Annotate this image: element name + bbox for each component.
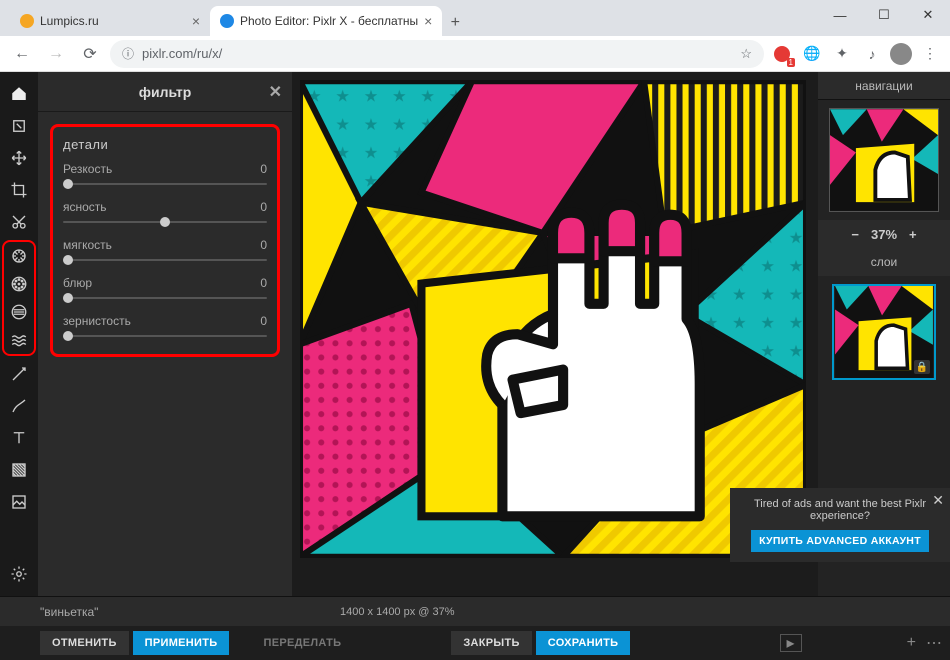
- vignette-row: "виньетка" 1400 x 1400 px @ 37%: [0, 596, 950, 626]
- filter-icon[interactable]: [4, 270, 34, 298]
- slider-blur[interactable]: блюр0: [63, 276, 267, 304]
- left-toolbar: [0, 72, 38, 596]
- close-popup-icon[interactable]: ✕: [932, 492, 944, 509]
- zoom-control: − 37% +: [818, 220, 950, 248]
- crop-icon[interactable]: [3, 174, 35, 206]
- address-bar[interactable]: ⓘ pixlr.com/ru/x/ ☆: [110, 40, 764, 68]
- tab-title: Lumpics.ru: [40, 14, 99, 28]
- toggle-panel-icon[interactable]: ▸: [780, 634, 802, 652]
- section-title: детали: [63, 137, 267, 152]
- arrange-icon[interactable]: [3, 142, 35, 174]
- slider-sharpness[interactable]: Резкость0: [63, 162, 267, 190]
- popup-text: Tired of ads and want the best Pixlr exp…: [740, 498, 940, 522]
- highlighted-tool-group: [2, 240, 36, 356]
- panel-header: фильтр ✕: [38, 72, 292, 112]
- fill-icon[interactable]: [3, 454, 35, 486]
- close-icon[interactable]: ×: [192, 13, 200, 29]
- slider-softness[interactable]: мягкость0: [63, 238, 267, 266]
- browser-tab[interactable]: Lumpics.ru ×: [10, 6, 210, 36]
- extension-adblock-icon[interactable]: 1: [770, 42, 794, 66]
- url-text: pixlr.com/ru/x/: [142, 46, 222, 61]
- layer-options-icon[interactable]: ⋯: [926, 633, 942, 653]
- new-tab-button[interactable]: +: [442, 10, 468, 36]
- apply-button[interactable]: ПРИМЕНИТЬ: [133, 631, 230, 655]
- close-button[interactable]: ЗАКРЫТЬ: [451, 631, 531, 655]
- close-panel-icon[interactable]: ✕: [269, 82, 282, 102]
- slider-grain[interactable]: зернистость0: [63, 314, 267, 342]
- adjust-icon[interactable]: [4, 242, 34, 270]
- lock-icon[interactable]: 🔒: [914, 360, 930, 374]
- filter-panel: фильтр ✕ детали Резкость0 ясность0 мягко…: [38, 72, 292, 596]
- cut-icon[interactable]: [3, 206, 35, 238]
- maximize-button[interactable]: ☐: [862, 0, 906, 30]
- zoom-out-button[interactable]: −: [851, 227, 859, 242]
- text-icon[interactable]: [3, 422, 35, 454]
- resize-icon[interactable]: [3, 110, 35, 142]
- zoom-value: 37%: [871, 227, 897, 242]
- layer-thumbnail[interactable]: 🔒: [832, 284, 936, 380]
- minimize-button[interactable]: —: [818, 0, 862, 30]
- liquify-icon[interactable]: [4, 326, 34, 354]
- profile-avatar[interactable]: [890, 43, 912, 65]
- slider-clarity[interactable]: ясность0: [63, 200, 267, 228]
- browser-toolbar: ← → ⟳ ⓘ pixlr.com/ru/x/ ☆ 1 🌐 ✦ ♪ ⋮: [0, 36, 950, 72]
- draw-icon[interactable]: [3, 390, 35, 422]
- frame-icon[interactable]: [3, 486, 35, 518]
- menu-icon[interactable]: ⋮: [918, 42, 942, 66]
- reload-button[interactable]: ⟳: [76, 40, 104, 68]
- tab-title: Photo Editor: Pixlr X - бесплатны: [240, 14, 418, 28]
- pixlr-app: фильтр ✕ детали Резкость0 ясность0 мягко…: [0, 72, 950, 660]
- navigator-header: навигации: [818, 72, 950, 100]
- browser-tabstrip: Lumpics.ru × Photo Editor: Pixlr X - бес…: [0, 0, 950, 36]
- canvas-image: ★: [300, 80, 806, 558]
- detail-icon[interactable]: [4, 298, 34, 326]
- save-button[interactable]: СОХРАНИТЬ: [536, 631, 631, 655]
- undo-button[interactable]: ОТМЕНИТЬ: [40, 631, 129, 655]
- vignette-label[interactable]: "виньетка": [40, 605, 98, 619]
- action-bar: ОТМЕНИТЬ ПРИМЕНИТЬ ПЕРЕДЕЛАТЬ ЗАКРЫТЬ СО…: [0, 626, 950, 660]
- navigator-thumbnail[interactable]: [829, 108, 939, 212]
- close-icon[interactable]: ×: [424, 13, 432, 29]
- browser-tab[interactable]: Photo Editor: Pixlr X - бесплатны ×: [210, 6, 442, 36]
- favicon-icon: [220, 14, 234, 28]
- window-controls: — ☐ ✕: [818, 0, 950, 30]
- close-window-button[interactable]: ✕: [906, 0, 950, 30]
- extension-globe-icon[interactable]: 🌐: [800, 42, 824, 66]
- artwork: ★: [300, 80, 806, 558]
- redo-button[interactable]: ПЕРЕДЕЛАТЬ: [251, 631, 353, 655]
- layers-header: слои: [818, 248, 950, 276]
- home-icon[interactable]: [3, 78, 35, 110]
- back-button[interactable]: ←: [8, 40, 36, 68]
- zoom-in-button[interactable]: +: [909, 227, 917, 242]
- add-layer-icon[interactable]: +: [907, 634, 916, 652]
- extensions-icon[interactable]: ✦: [830, 42, 854, 66]
- forward-button[interactable]: →: [42, 40, 70, 68]
- upgrade-popup: ✕ Tired of ads and want the best Pixlr e…: [730, 488, 950, 562]
- details-section: детали Резкость0 ясность0 мягкость0 блюр…: [50, 124, 280, 357]
- site-info-icon[interactable]: ⓘ: [122, 45, 134, 62]
- canvas-dimensions: 1400 x 1400 px @ 37%: [340, 606, 455, 618]
- panel-title: фильтр: [139, 84, 192, 100]
- star-icon[interactable]: ☆: [740, 46, 752, 62]
- buy-advanced-button[interactable]: КУПИТЬ ADVANCED АККАУНТ: [751, 530, 929, 552]
- heal-icon[interactable]: [3, 358, 35, 390]
- favicon-icon: [20, 14, 34, 28]
- settings-icon[interactable]: [3, 558, 35, 590]
- extension-music-icon[interactable]: ♪: [860, 42, 884, 66]
